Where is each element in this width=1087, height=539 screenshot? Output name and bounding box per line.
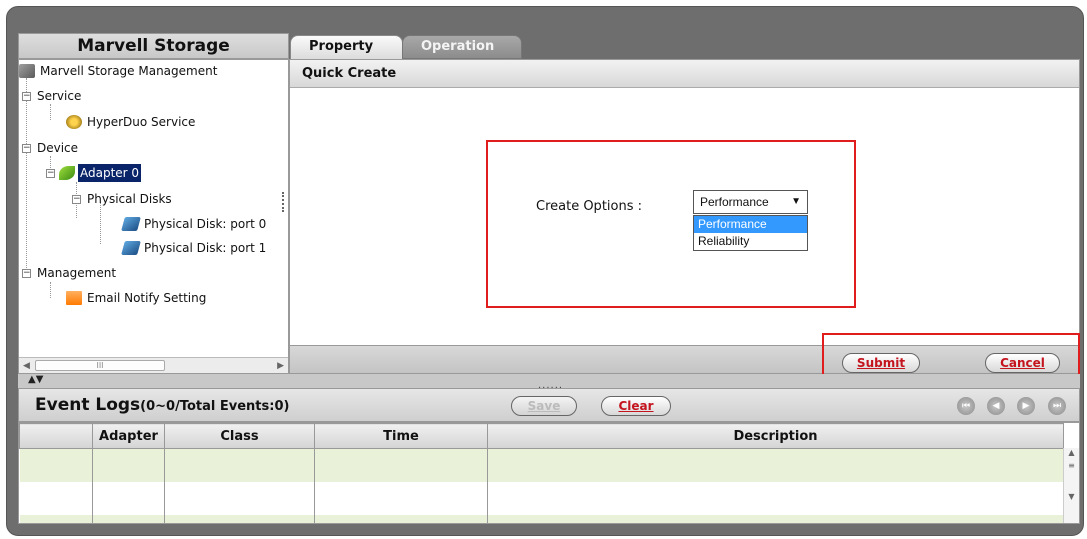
last-page-icon[interactable]: ⏭ (1048, 397, 1066, 415)
save-label: Save (527, 399, 561, 413)
content-panel: Quick Create Create Options : Performanc… (289, 59, 1080, 374)
scroll-left-icon[interactable]: ◀ (23, 361, 30, 371)
tree-horizontal-scrollbar[interactable]: ◀ III ▶ (19, 357, 288, 373)
left-panel-title: Marvell Storage (18, 33, 289, 59)
event-log-table: Adapter Class Time Description ▲ ≡ ▼ (18, 422, 1080, 524)
cancel-button[interactable]: Cancel (985, 353, 1060, 373)
tree-node-management[interactable]: − Management (22, 264, 118, 282)
tree-node-disk-0[interactable]: Physical Disk: port 0 (121, 215, 268, 233)
tree-node-label: Physical Disks (87, 192, 172, 206)
tree-node-label: Device (37, 141, 79, 155)
tree-node-hyperduo[interactable]: HyperDuo Service (66, 113, 197, 131)
disk-icon (121, 241, 141, 255)
tree-node-label: Adapter 0 (78, 164, 142, 182)
tree-node-device[interactable]: − Device (22, 139, 80, 157)
table-row[interactable] (19, 514, 1064, 523)
tree-node-label: Email Notify Setting (87, 291, 207, 305)
selected-option: Performance (700, 195, 769, 209)
tree-node-service[interactable]: − Service (22, 87, 83, 105)
create-options-select[interactable]: Performance ▼ (693, 190, 808, 214)
column-header-adapter[interactable]: Adapter (92, 423, 165, 449)
column-header-class[interactable]: Class (164, 423, 315, 449)
disk-icon (121, 217, 141, 231)
tab-property[interactable]: Property (290, 35, 403, 59)
collapse-icon[interactable]: − (72, 194, 81, 204)
tree-line (100, 202, 101, 244)
tree-node-label: HyperDuo Service (87, 115, 196, 129)
tree-node-email[interactable]: Email Notify Setting (66, 289, 208, 307)
table-row[interactable] (19, 481, 1064, 515)
event-logs-header: Event Logs(0~0/Total Events:0) Save Clea… (18, 388, 1080, 422)
scroll-up-icon[interactable]: ▲ (1064, 448, 1079, 457)
tree-node-root[interactable]: Marvell Storage Management (19, 62, 219, 80)
tree-node-label: Physical Disk: port 1 (144, 241, 267, 255)
tree-line (50, 104, 51, 120)
collapse-icon[interactable]: − (22, 91, 31, 101)
mail-icon (66, 291, 82, 305)
tree-node-label: Service (37, 89, 82, 103)
submit-button[interactable]: Submit (842, 353, 920, 373)
column-header-blank (19, 423, 93, 449)
tree-node-label: Management (37, 266, 117, 280)
leaf-icon (59, 166, 75, 180)
create-options-label: Create Options : (536, 199, 642, 214)
scroll-right-icon[interactable]: ▶ (277, 361, 284, 371)
vertical-splitter-grip[interactable] (282, 192, 286, 212)
clear-button[interactable]: Clear (601, 396, 671, 416)
collapse-icon[interactable]: − (46, 168, 55, 178)
navigation-tree: Marvell Storage Management − Service Hyp… (19, 60, 288, 350)
storage-management-icon (19, 64, 35, 78)
event-logs-title-text: Event Logs (35, 395, 141, 415)
column-header-description[interactable]: Description (487, 423, 1064, 449)
collapse-icon[interactable]: − (22, 268, 31, 278)
scroll-thumb[interactable]: III (35, 360, 165, 371)
table-vertical-scrollbar[interactable]: ▲ ≡ ▼ (1063, 448, 1079, 523)
scroll-thumb-icon[interactable]: ≡ (1064, 461, 1079, 470)
create-options-dropdown: Performance Reliability (693, 215, 808, 251)
prev-page-icon[interactable]: ◀ (987, 397, 1005, 415)
first-page-icon[interactable]: ⏮ (957, 397, 975, 415)
option-performance[interactable]: Performance (694, 216, 807, 233)
tree-node-adapter[interactable]: − Adapter 0 (46, 164, 142, 182)
event-count: (0~0/Total Events:0) (140, 399, 290, 414)
cancel-label: Cancel (1000, 356, 1045, 370)
save-button[interactable]: Save (511, 396, 577, 416)
event-logs-title: Event Logs(0~0/Total Events:0) (35, 395, 289, 415)
tree-node-label: Physical Disk: port 0 (144, 217, 267, 231)
table-row[interactable] (19, 448, 1064, 482)
scroll-down-icon[interactable]: ▼ (1064, 492, 1079, 501)
tree-panel: Marvell Storage Management − Service Hyp… (18, 59, 289, 374)
section-title: Quick Create (290, 60, 1079, 88)
column-header-time[interactable]: Time (314, 423, 488, 449)
clear-label: Clear (618, 399, 654, 413)
tree-node-physical-disks[interactable]: − Physical Disks (72, 190, 174, 208)
collapse-icon[interactable]: − (22, 143, 31, 153)
next-page-icon[interactable]: ▶ (1017, 397, 1035, 415)
tree-line (50, 282, 51, 298)
gear-icon (66, 115, 82, 129)
chevron-down-icon: ▼ (791, 196, 801, 207)
tree-node-disk-1[interactable]: Physical Disk: port 1 (121, 239, 268, 257)
option-reliability[interactable]: Reliability (694, 233, 807, 250)
submit-label: Submit (856, 356, 906, 370)
tab-operation[interactable]: Operation (402, 35, 522, 59)
collapse-toggle-icon[interactable]: ▲▼ (28, 374, 43, 385)
tree-line (26, 78, 27, 268)
tree-node-label: Marvell Storage Management (40, 64, 218, 78)
